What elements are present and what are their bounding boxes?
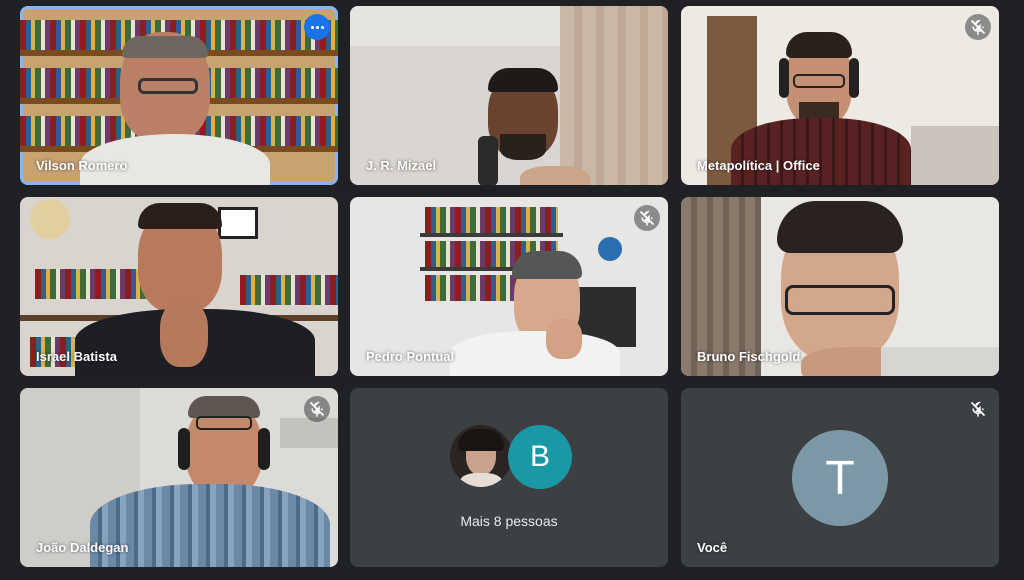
self-initial-avatar: T [792, 430, 888, 526]
participant-tile-pedro-pontual[interactable]: Pedro Pontual [350, 197, 668, 376]
mic-off-icon [304, 396, 330, 422]
participant-name: Vilson Romero [36, 158, 128, 173]
more-options-button[interactable] [304, 14, 330, 40]
avatar-letter: T [825, 451, 855, 505]
participant-name: Bruno Fischgold [697, 349, 801, 364]
participant-name: J. R. Mizael [366, 158, 437, 173]
participant-tile-vilson-romero[interactable]: Vilson Romero [20, 6, 338, 185]
participant-tile-bruno-fischgold[interactable]: Bruno Fischgold [681, 197, 999, 376]
participant-initial-avatar: B [508, 425, 572, 489]
participant-tile-jr-mizael[interactable]: J. R. Mizael [350, 6, 668, 185]
mic-off-icon [634, 205, 660, 231]
mic-off-icon [965, 396, 991, 422]
participant-tile-metapolitica-office[interactable]: Metapolítica | Office [681, 6, 999, 185]
more-people-label: Mais 8 pessoas [460, 513, 558, 529]
participant-name: Pedro Pontual [366, 349, 455, 364]
more-participants-tile[interactable]: B Mais 8 pessoas [350, 388, 668, 567]
self-name: Você [697, 540, 728, 555]
avatar-letter: B [529, 440, 550, 473]
participant-tile-israel-batista[interactable]: Israel Batista [20, 197, 338, 376]
participant-tile-joao-daldegan[interactable]: João Daldegan [20, 388, 338, 567]
participant-name: João Daldegan [36, 540, 129, 555]
mic-off-icon [965, 14, 991, 40]
participant-name: Israel Batista [36, 349, 117, 364]
participant-photo-avatar [450, 425, 512, 487]
self-tile[interactable]: T Você [681, 388, 999, 567]
participant-name: Metapolítica | Office [697, 158, 820, 173]
